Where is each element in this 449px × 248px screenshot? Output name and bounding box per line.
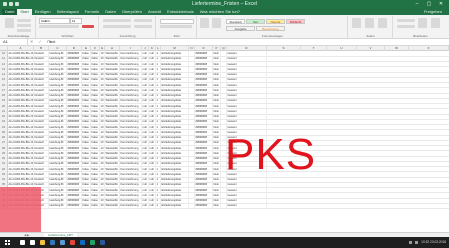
font-group: Calibri 11 Schriftart (37, 16, 99, 38)
wrap-text-button[interactable] (134, 19, 152, 22)
clock[interactable]: 10:32 (421, 240, 429, 244)
search-app-icon[interactable] (20, 240, 25, 245)
align-top-icons[interactable] (103, 19, 131, 22)
font-format-buttons[interactable] (39, 25, 79, 28)
group-label: Bearbeiten (413, 34, 428, 38)
close-button[interactable]: ✕ (435, 0, 447, 8)
paste-icon[interactable] (5, 18, 14, 28)
editing-group: Bearbeiten (394, 16, 447, 38)
group-label: Zwischenablage (7, 34, 30, 38)
network-icon[interactable] (409, 240, 413, 244)
font-size-select[interactable]: 11 (70, 18, 82, 24)
conditional-formatting-icon[interactable] (200, 18, 209, 28)
cut-icon[interactable] (17, 19, 31, 22)
font-name-select[interactable]: Calibri (39, 18, 70, 24)
outlook-app-icon[interactable] (80, 240, 85, 245)
styles-group: Standard Gut Neutral Schlecht Ausgabe Be… (198, 16, 348, 38)
window-controls: – ▢ ✕ (411, 0, 447, 8)
delete-cells-icon[interactable] (365, 18, 374, 28)
format-cells-icon[interactable] (378, 18, 387, 28)
table-row: 39ALU-IHR1-BG-BG-1301DeutschHamburg-Bi##… (0, 203, 449, 209)
group-label: Schriftart (61, 34, 74, 38)
number-format-buttons[interactable] (160, 25, 192, 28)
name-box[interactable]: A1 (2, 39, 28, 45)
group-label: Zellen (366, 34, 375, 38)
group-label: Zahl (173, 34, 180, 38)
volume-icon[interactable] (415, 240, 419, 244)
sort-filter-icon[interactable] (418, 18, 427, 28)
style-bad[interactable]: Schlecht (286, 19, 305, 24)
title-bar: Liefertermine_Fristen – Excel – ▢ ✕ (0, 0, 449, 8)
minimize-button[interactable]: – (411, 0, 423, 8)
number-group: Zahl (157, 16, 197, 38)
style-output[interactable]: Ausgabe (226, 26, 255, 31)
font-color-icon[interactable] (82, 25, 94, 28)
chrome-app-icon[interactable] (70, 240, 75, 245)
style-good[interactable]: Gut (246, 19, 265, 24)
window-title: Liefertermine_Fristen – Excel (191, 1, 258, 7)
explorer-app-icon[interactable] (40, 240, 45, 245)
clipboard-group: Zwischenablage (2, 16, 36, 38)
insert-cells-icon[interactable] (352, 18, 361, 28)
style-calculation[interactable]: Berechnung (256, 26, 285, 31)
group-label: Ausrichtung (119, 34, 136, 38)
autosum-icon[interactable] (397, 19, 415, 22)
pks-watermark: PKS (225, 130, 317, 179)
formula-input[interactable]: Text (48, 39, 55, 45)
find-select-icon[interactable] (431, 18, 440, 28)
system-tray: 10:32 23.03.2018 (409, 237, 446, 248)
windows-start-icon[interactable] (5, 240, 10, 245)
ribbon-tabs: Datei Start Einfügen Seitenlayout Formel… (0, 8, 449, 15)
task-view-app-icon[interactable] (30, 240, 35, 245)
style-neutral[interactable]: Neutral (266, 19, 285, 24)
maximize-button[interactable]: ▢ (423, 0, 435, 8)
format-painter-icon[interactable] (17, 29, 31, 32)
edge-app-icon[interactable] (50, 240, 55, 245)
formula-bar: A1 ✕ ✓ fx Text (0, 39, 449, 46)
word-app-icon[interactable] (100, 240, 105, 245)
group-label: Formatvorlagen (261, 34, 283, 38)
cells-group: Zellen (349, 16, 393, 38)
merge-center-button[interactable] (134, 25, 152, 28)
align-bottom-icons[interactable] (103, 25, 131, 28)
ribbon: Zwischenablage Calibri 11 Schriftart Aus… (0, 15, 449, 39)
copy-icon[interactable] (17, 24, 31, 27)
format-as-table-icon[interactable] (212, 18, 221, 28)
number-format-select[interactable] (160, 19, 194, 24)
red-overlay-block (0, 187, 41, 232)
fill-icon[interactable] (397, 25, 415, 28)
taskbar: 10:32 23.03.2018 (0, 237, 449, 248)
style-standard[interactable]: Standard (226, 19, 245, 24)
date: 23.03.2018 (430, 240, 446, 244)
store-app-icon[interactable] (60, 240, 65, 245)
alignment-group: Ausrichtung (100, 16, 156, 38)
excel-app-icon[interactable] (90, 240, 95, 245)
